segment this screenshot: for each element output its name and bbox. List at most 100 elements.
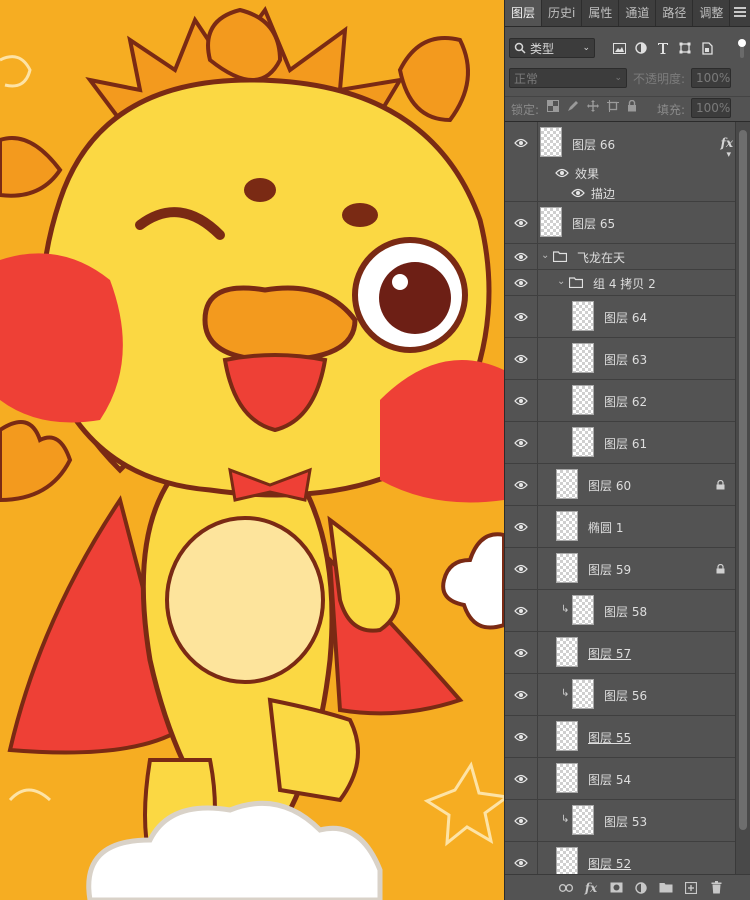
- image-filter-icon[interactable]: [611, 40, 627, 56]
- eye-icon[interactable]: [514, 438, 528, 448]
- layer-name[interactable]: 图层 62: [604, 393, 647, 410]
- eye-icon[interactable]: [514, 606, 528, 616]
- layer-row-62[interactable]: 图层 62: [505, 380, 737, 422]
- layer-list: 图层 66 fx ▾ 效果 描边 图层 65 ⌄ 飞龙在天 ⌄ 组 4 拷贝 2…: [505, 122, 750, 874]
- layer-row-56[interactable]: ↳ 图层 56: [505, 674, 737, 716]
- add-mask-icon[interactable]: [609, 881, 623, 895]
- layer-row-57[interactable]: 图层 57: [505, 632, 737, 674]
- new-layer-icon[interactable]: [684, 881, 698, 895]
- tab-channels[interactable]: 通道: [619, 0, 657, 26]
- eye-icon[interactable]: [514, 690, 528, 700]
- layer-row-59[interactable]: 图层 59: [505, 548, 737, 590]
- group-name[interactable]: 飞龙在天: [577, 249, 625, 266]
- layer-row-64[interactable]: 图层 64: [505, 296, 737, 338]
- layer-row-54[interactable]: 图层 54: [505, 758, 737, 800]
- layer-name[interactable]: 图层 57: [588, 645, 631, 662]
- link-layers-icon[interactable]: [559, 881, 573, 895]
- eye-icon[interactable]: [571, 188, 585, 198]
- eye-icon[interactable]: [514, 816, 528, 826]
- layer-filter-select[interactable]: 类型 ⌄: [509, 38, 595, 58]
- eye-icon[interactable]: [514, 312, 528, 322]
- lock-icon: [716, 564, 725, 574]
- layer-name[interactable]: 图层 59: [588, 561, 631, 578]
- layer-name[interactable]: 图层 61: [604, 435, 647, 452]
- stroke-effect-label[interactable]: 描边: [591, 185, 615, 202]
- tab-paths[interactable]: 路径: [656, 0, 694, 26]
- text-filter-icon[interactable]: [655, 40, 671, 56]
- eye-icon[interactable]: [514, 354, 528, 364]
- adjustment-layer-icon[interactable]: [634, 881, 648, 895]
- group-name[interactable]: 组 4 拷贝 2: [593, 275, 656, 292]
- lock-artboard-icon[interactable]: [607, 100, 619, 115]
- layer-name[interactable]: 图层 60: [588, 477, 631, 494]
- search-icon: [514, 42, 526, 54]
- layer-name[interactable]: 图层 53: [604, 813, 647, 830]
- lock-all-icon[interactable]: [627, 99, 637, 115]
- layer-name[interactable]: 图层 58: [604, 603, 647, 620]
- chevron-down-icon[interactable]: ⌄: [557, 276, 565, 287]
- eye-icon[interactable]: [555, 168, 569, 178]
- layer-name[interactable]: 椭圆 1: [588, 519, 623, 536]
- clipping-mask-icon: ↳: [561, 604, 570, 615]
- layer-group-row[interactable]: ⌄ 飞龙在天: [505, 244, 737, 270]
- layer-thumbnail: [572, 427, 594, 457]
- eye-icon[interactable]: [514, 732, 528, 742]
- tab-properties[interactable]: 属性: [582, 0, 620, 26]
- lock-position-icon[interactable]: [587, 100, 599, 115]
- opacity-input[interactable]: 100%: [691, 68, 731, 88]
- layer-list-scrollbar[interactable]: [735, 122, 750, 874]
- effects-label: 效果: [575, 167, 600, 181]
- layer-name[interactable]: 图层 64: [604, 309, 647, 326]
- delete-layer-trash-icon[interactable]: [709, 881, 723, 895]
- fill-input[interactable]: 100%: [691, 98, 731, 118]
- eye-icon[interactable]: [514, 522, 528, 532]
- layer-row-65[interactable]: 图层 65: [505, 202, 737, 244]
- eye-icon[interactable]: [514, 774, 528, 784]
- layer-name[interactable]: 图层 55: [588, 729, 631, 746]
- new-group-folder-icon[interactable]: [659, 881, 673, 895]
- layer-group-row[interactable]: ⌄ 组 4 拷贝 2: [505, 270, 737, 296]
- eye-icon[interactable]: [514, 648, 528, 658]
- tab-layers[interactable]: 图层: [505, 0, 543, 26]
- layer-name[interactable]: 图层 52: [588, 855, 631, 872]
- tab-adjustments[interactable]: 调整: [693, 0, 731, 26]
- smart-object-filter-icon[interactable]: [699, 40, 715, 56]
- fx-icon[interactable]: fx: [721, 136, 733, 150]
- eye-icon[interactable]: [514, 252, 528, 262]
- layer-row-53[interactable]: ↳ 图层 53: [505, 800, 737, 842]
- layer-name[interactable]: 图层 54: [588, 771, 631, 788]
- layer-name[interactable]: 图层 66: [572, 136, 615, 153]
- eye-icon[interactable]: [514, 564, 528, 574]
- lock-image-pixels-icon[interactable]: [567, 100, 579, 115]
- eye-icon[interactable]: [514, 858, 528, 868]
- layer-row-63[interactable]: 图层 63: [505, 338, 737, 380]
- layer-row-ellipse-1[interactable]: 椭圆 1: [505, 506, 737, 548]
- layer-row-61[interactable]: 图层 61: [505, 422, 737, 464]
- chevron-down-icon[interactable]: ▾: [726, 150, 731, 160]
- eye-icon[interactable]: [514, 218, 528, 228]
- layer-name[interactable]: 图层 63: [604, 351, 647, 368]
- lock-transparent-pixels-icon[interactable]: [547, 100, 559, 115]
- blend-mode-select[interactable]: 正常 ⌄: [509, 68, 627, 88]
- tab-history[interactable]: 历史i: [542, 0, 583, 26]
- adjustment-filter-icon[interactable]: [633, 40, 649, 56]
- panel-menu-icon[interactable]: [734, 7, 746, 17]
- layer-style-fx-icon[interactable]: fx: [584, 881, 598, 895]
- eye-icon[interactable]: [514, 480, 528, 490]
- layer-name[interactable]: 图层 56: [604, 687, 647, 704]
- chevron-down-icon[interactable]: ⌄: [541, 250, 549, 261]
- eye-icon[interactable]: [514, 138, 528, 148]
- layer-name[interactable]: 图层 65: [572, 215, 615, 232]
- layer-row-60[interactable]: 图层 60: [505, 464, 737, 506]
- filter-toggle-switch[interactable]: [738, 38, 746, 60]
- canvas-area[interactable]: [0, 0, 504, 900]
- shape-filter-icon[interactable]: [677, 40, 693, 56]
- layer-row-52[interactable]: 图层 52: [505, 842, 737, 874]
- scrollbar-thumb[interactable]: [739, 130, 747, 830]
- layer-thumbnail: [572, 301, 594, 331]
- eye-icon[interactable]: [514, 278, 528, 288]
- layer-row-66[interactable]: 图层 66 fx ▾ 效果 描边: [505, 122, 737, 202]
- layer-row-58[interactable]: ↳ 图层 58: [505, 590, 737, 632]
- eye-icon[interactable]: [514, 396, 528, 406]
- layer-row-55[interactable]: 图层 55: [505, 716, 737, 758]
